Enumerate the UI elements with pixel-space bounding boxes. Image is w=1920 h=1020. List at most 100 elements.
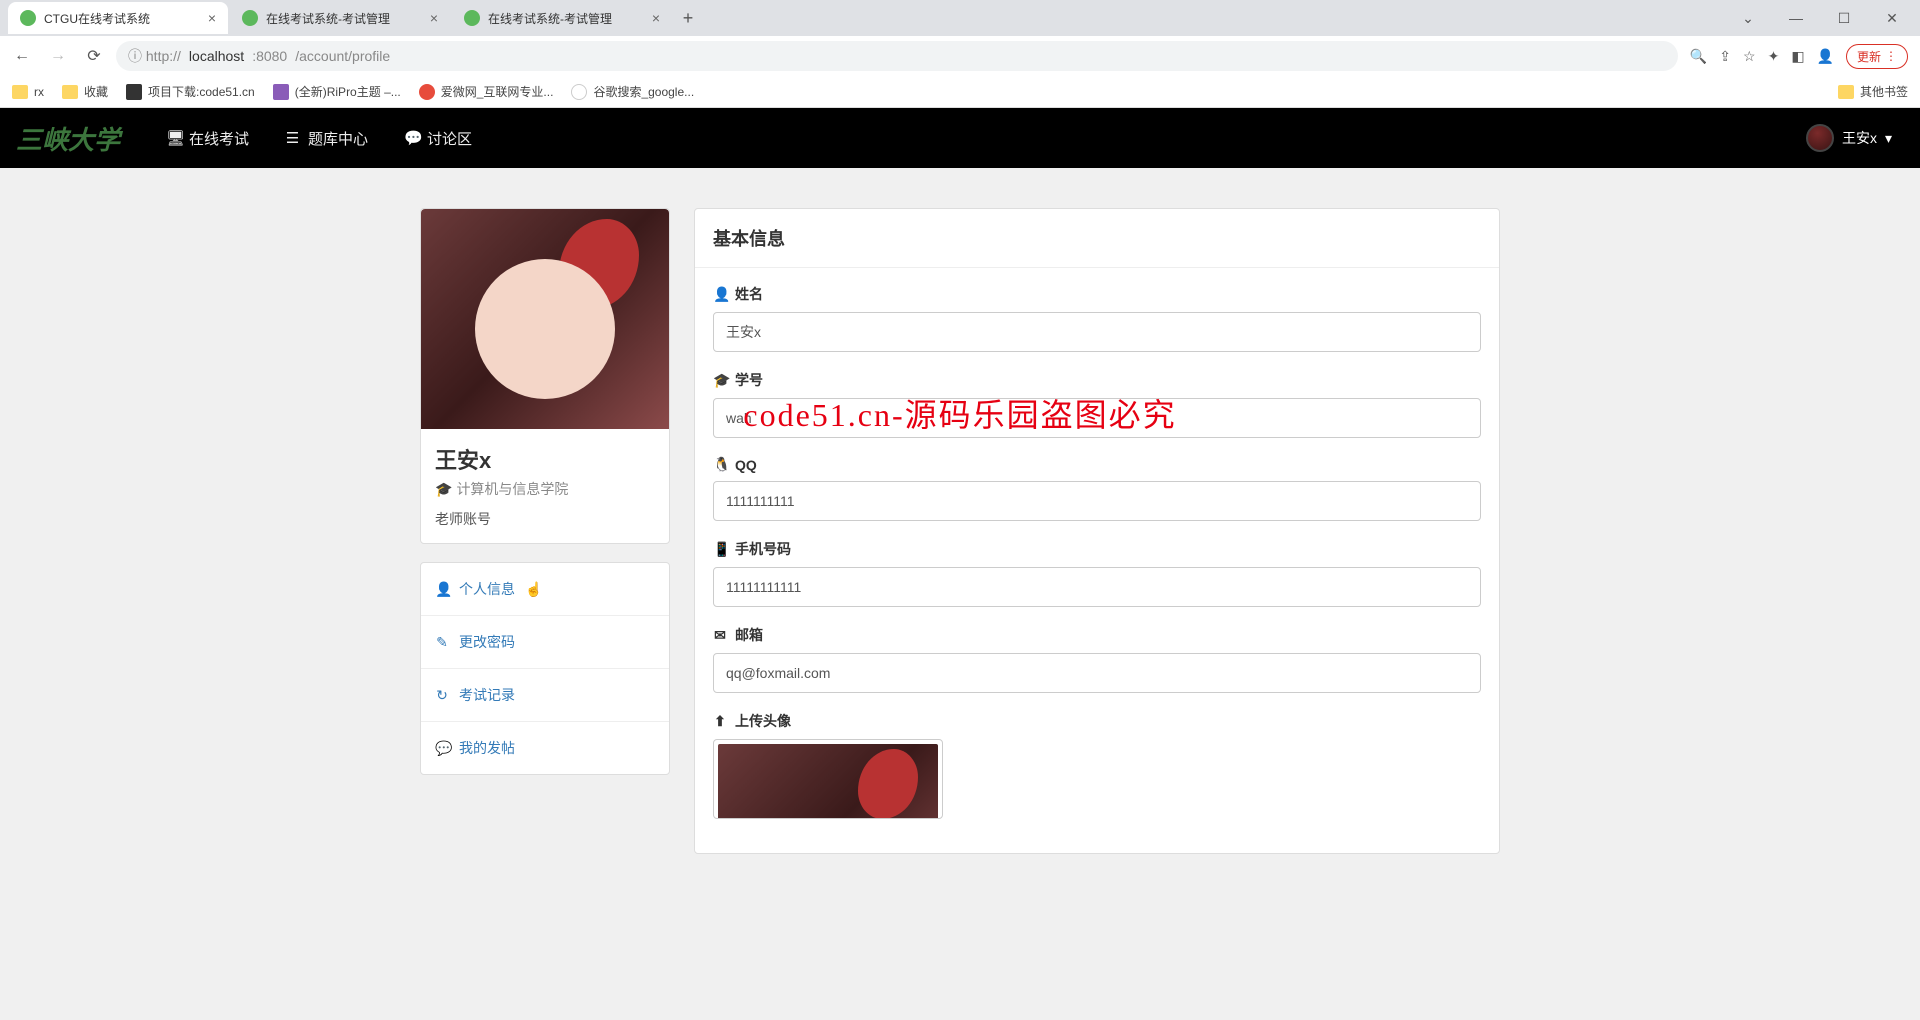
share-icon[interactable]: ⇪ [1719,48,1731,65]
browser-tab[interactable]: 在线考试系统-考试管理 × [230,2,450,34]
favicon-icon [273,84,289,100]
nav-exam[interactable]: 🖥在线考试 [148,108,267,168]
close-icon[interactable]: × [208,10,216,26]
caret-down-icon: ▾ [1885,130,1892,147]
stuid-label: 学号 [735,370,763,390]
bookmark-google[interactable]: 谷歌搜索_google... [571,83,694,100]
app-navbar: 三峡大学 🖥在线考试 ☰题库中心 💬讨论区 王安x ▾ [0,108,1920,168]
other-bookmarks[interactable]: 其他书签 [1838,83,1908,100]
reload-button[interactable]: ⟳ [80,42,108,70]
folder-icon [62,85,78,99]
url-host: localhost [189,48,244,64]
qq-input[interactable] [713,481,1481,521]
profile-role: 老师账号 [435,509,655,529]
forward-button[interactable]: → [44,42,72,70]
tab-title: 在线考试系统-考试管理 [488,10,612,27]
minimize-icon[interactable]: — [1776,10,1816,27]
close-icon[interactable]: × [652,10,660,26]
folder-icon [12,85,28,99]
profile-department: 🎓计算机与信息学院 [435,479,655,499]
name-input[interactable] [713,312,1481,352]
update-button[interactable]: 更新 ⋮ [1846,44,1908,69]
close-icon[interactable]: ✕ [1872,10,1912,27]
browser-chrome: CTGU在线考试系统 × 在线考试系统-考试管理 × 在线考试系统-考试管理 ×… [0,0,1920,108]
browser-tab-active[interactable]: CTGU在线考试系统 × [8,2,228,34]
envelope-icon: ✉ [713,627,727,644]
favicon-icon [419,84,435,100]
bookmark-ripro[interactable]: (全新)RiPro主题 –... [273,83,401,100]
close-icon[interactable]: × [430,10,438,26]
monitor-icon: 🖥 [166,129,181,147]
browser-tab[interactable]: 在线考试系统-考试管理 × [452,2,672,34]
upload-icon: ⬆ [713,713,727,730]
leaf-icon [20,10,36,26]
url-input[interactable]: ⓘ http:// localhost :8080/account/profile [116,41,1678,71]
address-bar: ← → ⟳ ⓘ http:// localhost :8080/account/pr… [0,36,1920,76]
avatar [1806,124,1834,152]
avatar-label: 上传头像 [735,711,791,731]
bookmark-bar: rx 收藏 项目下载:code51.cn (全新)RiPro主题 –... 爱微… [0,76,1920,108]
page-content: 王安x 🎓计算机与信息学院 老师账号 👤个人信息 ☝ ✎更改密码 ↻考试记录 💬… [0,168,1920,894]
url-path: /account/profile [295,48,390,64]
phone-label: 手机号码 [735,539,791,559]
user-icon: 👤 [713,286,727,303]
url-port: :8080 [252,48,287,64]
qq-icon: 🐧 [713,456,727,473]
folder-icon [1838,85,1854,99]
maximize-icon[interactable]: ☐ [1824,10,1864,27]
history-icon: ↻ [435,687,449,704]
chat-icon: 💬 [435,740,449,757]
tab-title: 在线考试系统-考试管理 [266,10,390,27]
email-input[interactable] [713,653,1481,693]
tab-title: CTGU在线考试系统 [44,10,150,27]
star-icon[interactable]: ☆ [1743,48,1756,65]
sidepanel-icon[interactable]: ◧ [1791,48,1804,65]
extensions-icon[interactable]: ✦ [1768,48,1780,65]
avatar-upload-preview[interactable] [713,739,943,819]
back-button[interactable]: ← [8,42,36,70]
window-controls: ⌄ — ☐ ✕ [1728,10,1912,27]
bookmark-aiwei[interactable]: 爱微网_互联网专业... [419,83,554,100]
student-id-input[interactable] [713,398,1481,438]
edit-icon: ✎ [435,634,449,651]
phone-input[interactable] [713,567,1481,607]
user-icon: 👤 [435,581,449,598]
toolbar-actions: 🔍 ⇪ ☆ ✦ ◧ 👤 更新 ⋮ [1686,44,1912,69]
sidebar-item-posts[interactable]: 💬我的发帖 [421,722,669,774]
email-label: 邮箱 [735,625,763,645]
sidebar-item-exam-log[interactable]: ↻考试记录 [421,669,669,722]
profile-avatar-image [421,209,669,429]
brand-logo[interactable]: 三峡大学 [16,120,120,157]
basic-info-panel: 基本信息 👤 姓名 🎓 学号 🐧 QQ 📱 手机号码 [694,208,1500,854]
nav-username: 王安x [1842,128,1877,148]
zoom-icon[interactable]: 🔍 [1690,48,1707,65]
phone-icon: 📱 [713,541,727,558]
profile-name: 王安x [435,443,655,475]
favicon-icon [571,84,587,100]
name-label: 姓名 [735,284,763,304]
sidebar-item-password[interactable]: ✎更改密码 [421,616,669,669]
panel-title: 基本信息 [695,209,1499,268]
profile-card: 王安x 🎓计算机与信息学院 老师账号 [420,208,670,544]
hand-cursor-icon: ☝ [525,581,542,598]
sidebar-menu: 👤个人信息 ☝ ✎更改密码 ↻考试记录 💬我的发帖 [420,562,670,775]
list-icon: ☰ [285,129,300,147]
qq-label: QQ [735,457,757,473]
nav-forum[interactable]: 💬讨论区 [386,108,490,168]
graduation-cap-icon: 🎓 [713,372,727,389]
sidebar-item-profile[interactable]: 👤个人信息 ☝ [421,563,669,616]
favicon-icon [126,84,142,100]
bookmark-code51[interactable]: 项目下载:code51.cn [126,83,255,100]
chevron-down-icon[interactable]: ⌄ [1728,10,1768,27]
url-scheme: ⓘ http:// [128,46,181,66]
bookmark-rx[interactable]: rx [12,85,44,99]
profile-icon[interactable]: 👤 [1817,48,1834,65]
graduation-cap-icon: 🎓 [435,481,452,498]
tab-bar: CTGU在线考试系统 × 在线考试系统-考试管理 × 在线考试系统-考试管理 ×… [0,0,1920,36]
leaf-icon [242,10,258,26]
bookmark-favorites[interactable]: 收藏 [62,83,108,100]
nav-user-menu[interactable]: 王安x ▾ [1794,124,1904,152]
leaf-icon [464,10,480,26]
new-tab-button[interactable]: + [674,4,702,32]
nav-question-bank[interactable]: ☰题库中心 [267,108,386,168]
